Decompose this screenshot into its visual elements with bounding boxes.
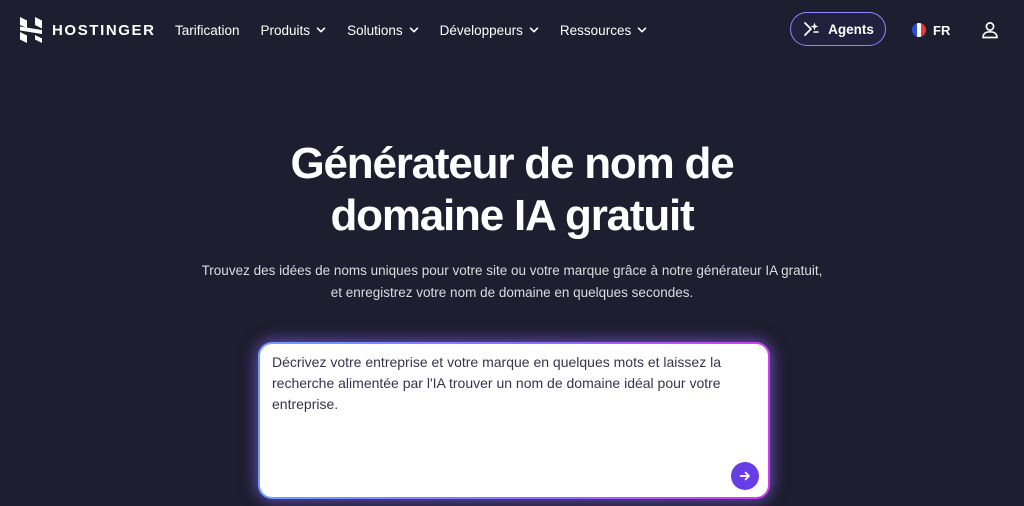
nav-item-label: Ressources (559, 22, 632, 38)
nav-item-label: Tarification (175, 22, 240, 38)
nav-item-label: Produits (260, 22, 311, 38)
business-description-input[interactable] (272, 352, 742, 452)
domain-prompt-box (258, 342, 770, 499)
nav-item-developpeurs[interactable]: Développeurs (440, 23, 539, 38)
nav-item-ressources[interactable]: Ressources (560, 23, 647, 38)
language-selector[interactable]: FR (912, 20, 950, 40)
page-title: Générateur de nom de domaine IA gratuit (0, 138, 1024, 242)
submit-prompt-button[interactable] (731, 462, 759, 490)
user-account-button[interactable] (979, 19, 1001, 41)
nav-item-label: Solutions (347, 22, 403, 38)
chevron-down-icon (316, 27, 326, 33)
language-code: FR (933, 22, 951, 38)
navbar: HOSTINGER Tarification Produits Solution… (0, 0, 1024, 60)
page-subtitle: Trouvez des idées de noms uniques pour v… (201, 263, 823, 300)
nav-item-solutions[interactable]: Solutions (347, 23, 419, 38)
brand-name: HOSTINGER (52, 21, 156, 39)
nav-item-tarification[interactable]: Tarification (175, 23, 240, 38)
france-flag-icon (912, 23, 926, 37)
agents-sparkle-icon (804, 22, 819, 36)
nav-item-label: Développeurs (439, 22, 523, 38)
user-icon (982, 22, 998, 39)
nav-item-produits[interactable]: Produits (261, 23, 327, 38)
page-title-line-2: domaine IA gratuit (330, 191, 694, 240)
hostinger-h-logo-icon (20, 17, 42, 43)
chevron-down-icon (637, 27, 647, 33)
arrow-right-icon (739, 471, 750, 481)
agents-button[interactable]: Agents (790, 12, 886, 46)
agents-label: Agents (828, 21, 874, 37)
chevron-down-icon (529, 27, 539, 33)
hostinger-logo[interactable]: HOSTINGER (20, 17, 156, 43)
page-title-line-1: Générateur de nom de (290, 139, 734, 188)
chevron-down-icon (409, 27, 418, 33)
main-nav: Tarification Produits Solutions Développ… (175, 0, 668, 60)
